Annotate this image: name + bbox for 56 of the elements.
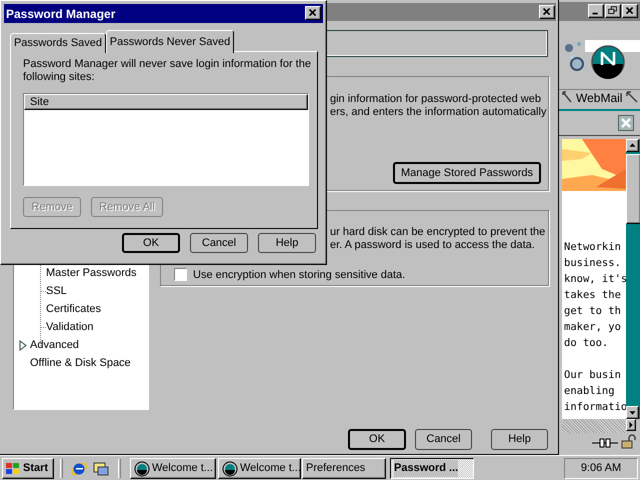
article-text: business. (564, 256, 622, 271)
article-text: Our busin (564, 368, 622, 383)
article-text: enabling (564, 384, 616, 399)
article-text: maker, yo (564, 320, 622, 335)
tree-item[interactable]: Validation (46, 319, 94, 336)
article-text: know, it's (564, 272, 626, 287)
taskbar-button[interactable]: Welcome t... (218, 458, 301, 479)
toolbar-link[interactable]: WebMail (576, 91, 622, 105)
description-text: ur hard disk can be encrypted to prevent the (330, 226, 546, 239)
expand-icon[interactable] (19, 340, 27, 351)
minimize-icon[interactable] (588, 4, 604, 18)
tab[interactable]: Passwords Never Saved (106, 30, 234, 53)
desktop-icon[interactable] (92, 460, 110, 477)
tree-item[interactable]: SSL (46, 283, 67, 300)
column-header[interactable]: Site (24, 94, 308, 110)
article-text: do too. (564, 336, 610, 351)
connection-icon (592, 437, 618, 449)
tree-item[interactable]: Master Passwords (46, 265, 136, 282)
clock: 9:06 AM (564, 458, 638, 479)
windows-flag-icon (5, 462, 21, 476)
manage-passwords-button[interactable]: Manage Stored Passwords (393, 162, 541, 184)
scrollbar-thumb[interactable] (626, 154, 640, 224)
taskbar-button[interactable]: Preferences (302, 458, 386, 479)
dialog-title: Password Manager (6, 6, 116, 22)
article-text: takes the (564, 288, 622, 303)
lock-icon (621, 434, 637, 450)
tree-item[interactable]: Certificates (46, 301, 102, 318)
description-text: gin information for password-protected web (330, 93, 542, 106)
checkbox[interactable] (174, 268, 187, 281)
restore-icon[interactable] (605, 4, 621, 18)
tab[interactable]: Passwords Saved (10, 33, 106, 53)
taskbar-button[interactable]: Password ... (390, 458, 474, 479)
scrollbar[interactable] (626, 139, 640, 419)
description-text: ers, and enters the information automatically (330, 106, 546, 119)
tree-item[interactable]: Offline & Disk Space (30, 355, 131, 372)
article-text: get to th (564, 304, 622, 319)
logo-icon (591, 45, 625, 79)
cancel-button[interactable]: Cancel (415, 429, 472, 450)
start-button[interactable]: Start (2, 458, 54, 479)
browser-icon[interactable] (70, 460, 88, 477)
close-icon[interactable] (618, 115, 634, 131)
article-text: Networkin (564, 240, 622, 255)
help-button[interactable]: Help (491, 429, 548, 450)
scroll-up-icon[interactable] (626, 139, 639, 152)
ok-button[interactable]: OK (348, 429, 406, 450)
checkbox-label: Use encryption when storing sensitive data. (193, 268, 406, 283)
tree-item[interactable]: Advanced (30, 337, 79, 354)
taskbar-button[interactable]: Welcome t... (130, 458, 216, 479)
help-button[interactable]: Help (258, 233, 316, 253)
description-text: er. A password is used to access the data. (330, 239, 536, 252)
scroll-down-icon[interactable] (626, 406, 639, 419)
scroll-right-icon[interactable] (626, 419, 636, 431)
ok-button[interactable]: OK (122, 233, 180, 253)
description-text: Password Manager will never save login information for the following sites: (23, 58, 312, 84)
cancel-button[interactable]: Cancel (190, 233, 248, 253)
horizontal-scrollbar[interactable] (562, 419, 626, 433)
